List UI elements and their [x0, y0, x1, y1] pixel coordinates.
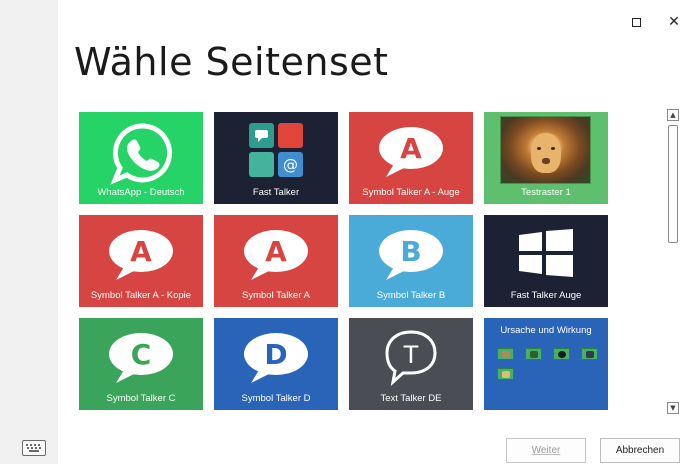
scroll-down-button[interactable]: ▼ — [667, 402, 679, 414]
tile-label: Text Talker DE — [380, 393, 442, 404]
tile-label: WhatsApp - Deutsch — [97, 187, 185, 198]
tile-label: Symbol Talker B — [376, 290, 446, 301]
tile-label: Fast Talker Auge — [510, 290, 582, 301]
lion-photo — [500, 116, 591, 184]
svg-text:@: @ — [283, 156, 298, 174]
speech-bubble-b-icon: B — [379, 230, 443, 280]
speech-bubble-c-icon: C — [109, 333, 173, 383]
svg-text:C: C — [131, 338, 152, 371]
cause-effect-icon — [553, 348, 570, 360]
left-panel — [0, 0, 58, 464]
close-button[interactable]: ✕ — [661, 10, 681, 34]
svg-text:A: A — [265, 235, 287, 268]
tile-label: Ursache und Wirkung — [500, 325, 592, 336]
speech-bubble-a-icon: A — [244, 230, 308, 280]
cause-effect-icon — [497, 368, 514, 380]
page-title: Wähle Seitenset — [74, 40, 389, 84]
tile-label: Symbol Talker A - Kopie — [90, 290, 192, 301]
tile-label: Testraster 1 — [521, 187, 571, 198]
vertical-scrollbar[interactable]: ▲ ▼ — [667, 106, 681, 416]
scroll-track[interactable] — [667, 123, 679, 399]
svg-text:B: B — [400, 235, 421, 268]
tile-symbol-talker-b[interactable]: B Symbol Talker B — [349, 215, 473, 307]
windows-grid-icon — [519, 229, 573, 277]
tile-symbol-talker-a[interactable]: A Symbol Talker A — [214, 215, 338, 307]
tile-symbol-talker-a-kopie[interactable]: A Symbol Talker A - Kopie — [79, 215, 203, 307]
tile-fast-talker[interactable]: @ Fast Talker — [214, 112, 338, 204]
fast-talker-grid-icon: @ — [249, 123, 303, 177]
tile-whatsapp-deutsch[interactable]: WhatsApp - Deutsch — [79, 112, 203, 204]
maximize-icon — [631, 17, 641, 27]
speech-bubble-d-icon: D — [244, 333, 308, 383]
tile-label: Symbol Talker D — [241, 393, 311, 404]
svg-text:A: A — [400, 132, 422, 165]
tile-symbol-talker-a-auge[interactable]: A Symbol Talker A - Auge — [349, 112, 473, 204]
svg-text:D: D — [264, 338, 287, 371]
maximize-button[interactable] — [623, 10, 649, 34]
tile-ursache-und-wirkung[interactable]: Ursache und Wirkung — [484, 318, 608, 410]
scroll-up-button[interactable]: ▲ — [667, 109, 679, 121]
tile-label: Fast Talker — [252, 187, 300, 198]
tile-symbol-talker-c[interactable]: C Symbol Talker C — [79, 318, 203, 410]
tile-label: Symbol Talker A - Auge — [362, 187, 460, 198]
cause-effect-icon — [525, 348, 542, 360]
svg-text:T: T — [403, 341, 419, 369]
whatsapp-icon — [110, 123, 173, 185]
speech-bubble-a-icon: A — [379, 127, 443, 177]
next-button[interactable]: Weiter — [506, 438, 586, 463]
tile-fast-talker-auge[interactable]: Fast Talker Auge — [484, 215, 608, 307]
cancel-button[interactable]: Abbrechen — [600, 438, 680, 463]
cause-effect-icon — [497, 348, 514, 360]
keyboard-icon[interactable] — [22, 440, 46, 456]
scroll-thumb[interactable] — [668, 125, 678, 243]
tile-text-talker-de[interactable]: T Text Talker DE — [349, 318, 473, 410]
tile-symbol-talker-d[interactable]: D Symbol Talker D — [214, 318, 338, 410]
tile-label: Symbol Talker C — [106, 393, 176, 404]
text-bubble-t-icon: T — [385, 330, 437, 386]
cause-effect-icon — [581, 348, 598, 360]
tile-testraster-1[interactable]: Testraster 1 — [484, 112, 608, 204]
tile-label: Symbol Talker A — [242, 290, 310, 301]
svg-text:A: A — [130, 235, 152, 268]
speech-bubble-a-icon: A — [109, 230, 173, 280]
